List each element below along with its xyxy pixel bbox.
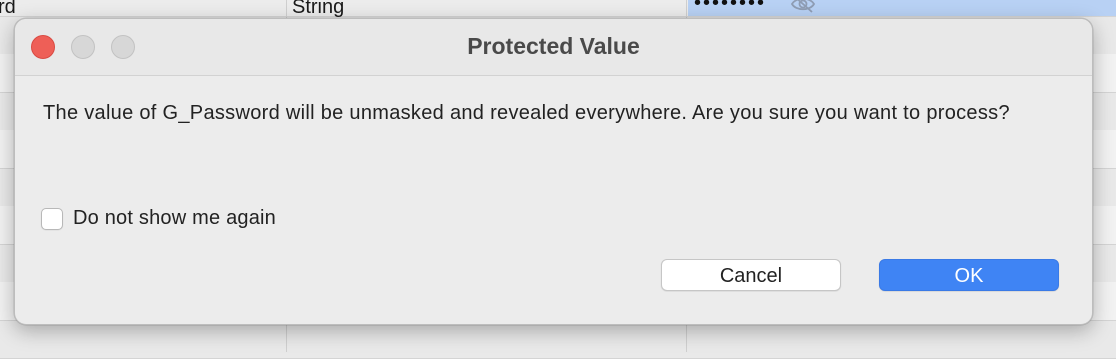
cancel-button[interactable]: Cancel bbox=[661, 259, 841, 291]
dialog-title: Protected Value bbox=[467, 33, 640, 59]
do-not-show-again-checkbox[interactable] bbox=[41, 207, 63, 230]
checkbox-label: Do not show me again bbox=[73, 207, 277, 229]
do-not-show-again-option[interactable]: Do not show me again bbox=[41, 207, 276, 230]
masked-value: •••••••• bbox=[694, 0, 767, 14]
protected-value-dialog: Protected Value The value of G_Password … bbox=[14, 18, 1093, 325]
dialog-message: The value of G_Password will be unmasked… bbox=[43, 102, 1010, 124]
dialog-titlebar: Protected Value bbox=[15, 19, 1092, 76]
ok-button[interactable]: OK bbox=[879, 259, 1059, 291]
table-row bbox=[0, 320, 1116, 359]
eye-slash-icon[interactable] bbox=[790, 0, 816, 14]
